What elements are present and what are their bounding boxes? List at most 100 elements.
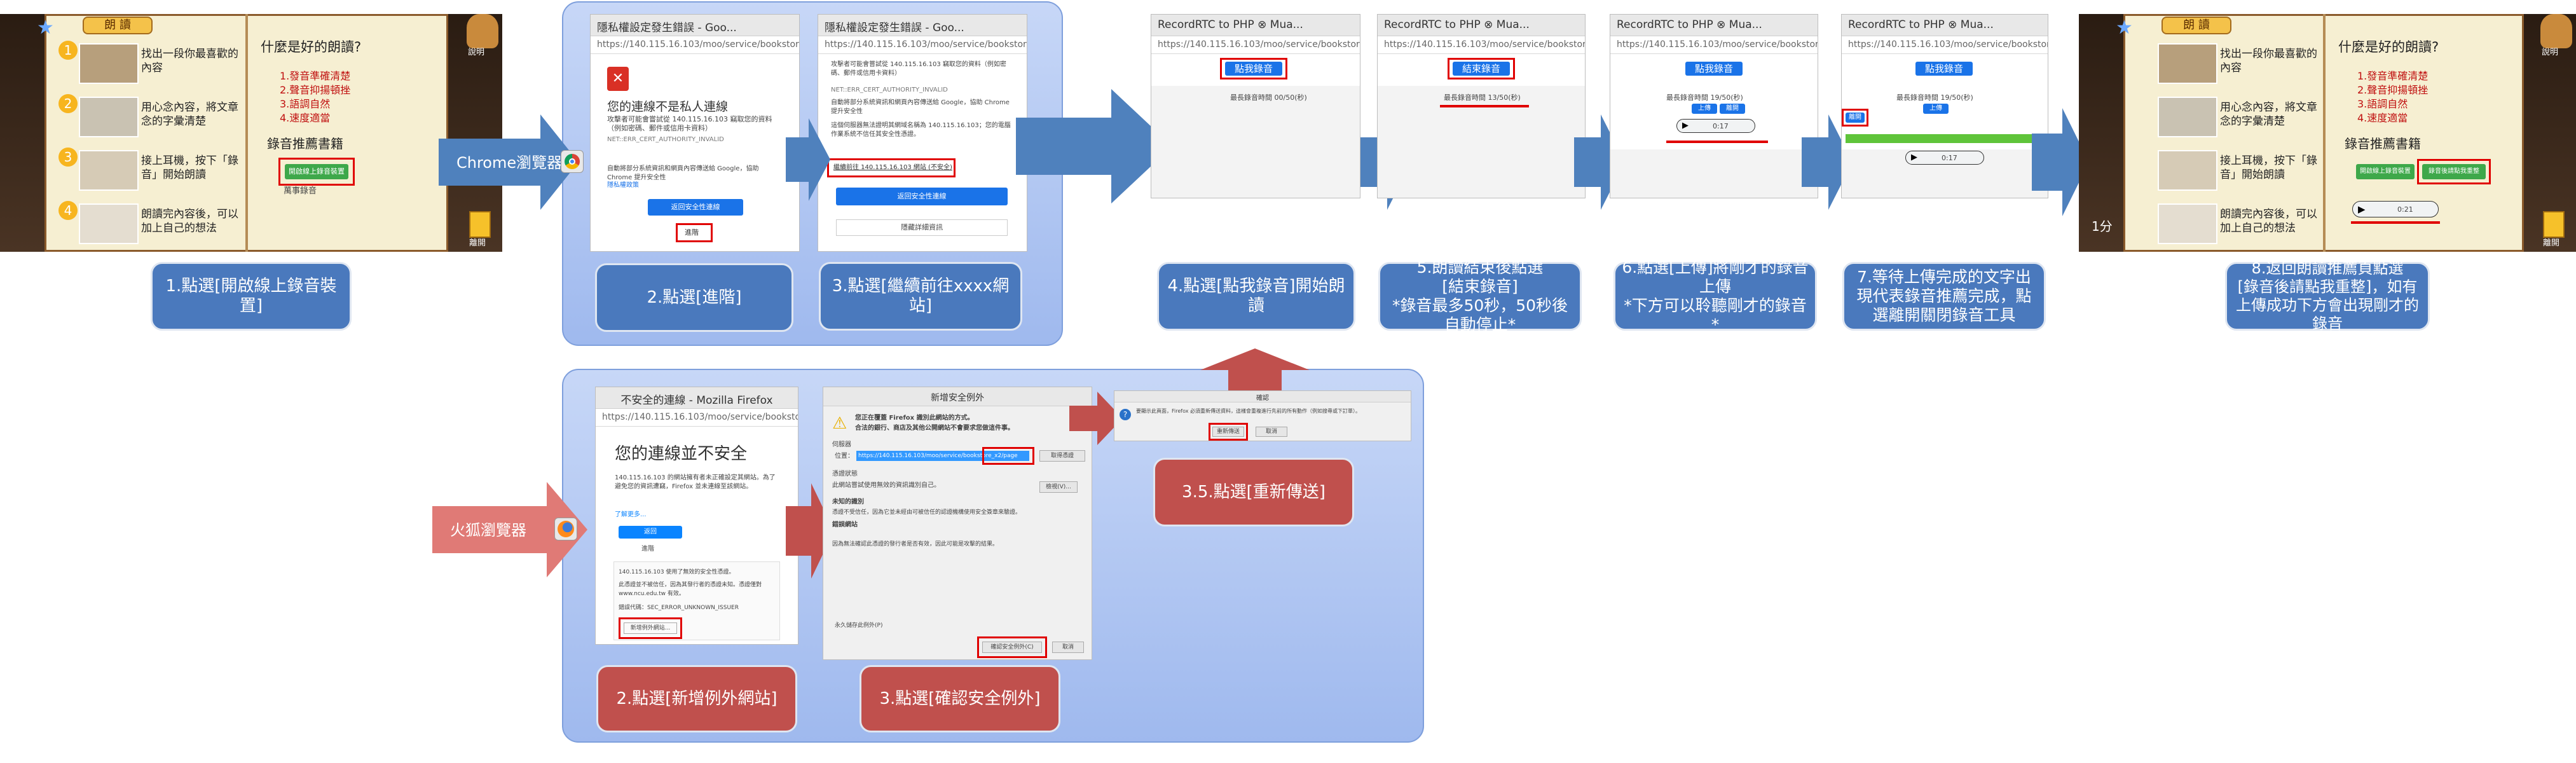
firefox-step-2-caption: 2.點選[新增例外網站] (596, 665, 797, 732)
cert-status-line: 此網站嘗試使用無效的資訊識別自己。 (832, 482, 940, 489)
cert-invalid-text: 140.115.16.103 使用了無效的安全性憑證。 (619, 569, 735, 575)
leave-button-6[interactable]: 離開 (1720, 104, 1745, 114)
tip-8-2: 2.聲音抑揚頓挫 (2357, 84, 2429, 96)
underline-player-6 (1666, 141, 1768, 143)
highlight-confirm (977, 636, 1047, 658)
exception-cancel-button[interactable]: 取消 (1052, 642, 1084, 653)
firefox-body: 140.115.16.103 的網站擁有者未正確設定其網站。為了避免您的資訊遭竊… (615, 474, 776, 490)
recorder-tab-6: RecordRTC to PHP ⊗ Mua... (1610, 15, 1818, 36)
learn-more-link[interactable]: 了解更多... (615, 511, 647, 519)
recorder-screenshot-4: RecordRTC to PHP ⊗ Mua... https://140.11… (1151, 14, 1360, 198)
highlight-add-exception (619, 617, 682, 639)
exit-icon-8[interactable] (2543, 211, 2565, 238)
open-recorder-button-8[interactable]: 開啟線上錄音裝置 (2356, 164, 2415, 179)
recorder-tab-7: RecordRTC to PHP ⊗ Mua... (1842, 15, 2048, 36)
tip-8-4: 4.速度適當 (2357, 112, 2408, 124)
exit-label: 離開 (469, 238, 486, 248)
chrome-error-body-2: 攻擊者可能會嘗試從 140.115.16.103 竊取您的資料（例如密碼、郵件或… (831, 61, 1006, 77)
recorder-tab-4: RecordRTC to PHP ⊗ Mua... (1151, 15, 1360, 36)
hint-8: 錄音推薦書籍 (2345, 136, 2421, 151)
resend-title: 確認 (1114, 391, 1411, 402)
unknown-id-label: 未知的識別 (832, 498, 864, 505)
item-text-4: 朗讀完內容後，可以加上自己的想法 (141, 208, 238, 235)
unknown-id-text: 憑證不受信任，因為它並未經由可被信任的認證機構使用安全簽章來驗證。 (832, 509, 1022, 516)
cert-status-label: 憑證狀態 (832, 471, 858, 478)
owl-icon-8[interactable] (2540, 14, 2572, 48)
exception-dialog-screenshot: 新增安全例外 ⚠ 您正在覆蓋 Firefox 識別此網站的方式。 合法的銀行、商… (823, 387, 1092, 660)
play-icon[interactable]: ▶ (1682, 121, 1689, 130)
star-icon: ★ (37, 17, 54, 39)
game-screenshot-1: 朗 讀 ★ 說明 1 2 3 4 找出一段你最喜歡的內容 用心念內容，將文章念的… (0, 14, 502, 252)
upload-button-6[interactable]: 上傳 (1692, 104, 1717, 114)
chrome-logo-icon (561, 150, 584, 173)
chrome-checkbox-2[interactable]: 自動將部分系統資訊和網頁內容傳送給 Google，協助 Chrome 提升安全性 (831, 99, 1015, 116)
firefox-advanced-button[interactable]: 進階 (641, 545, 654, 554)
step-8-caption: 8.返回朗讀推薦頁點選 [錄音後請點我重整]，如有上傳成功下方會出現剛才的錄音 (2225, 259, 2430, 333)
permanent-checkbox[interactable]: 永久儲存此例外(P) (835, 621, 882, 630)
tip-2: 2.聲音抑揚頓挫 (280, 84, 351, 96)
tip-4: 4.速度適當 (280, 112, 331, 124)
item-num-4: 4 (58, 201, 78, 220)
back-to-safety-button-2[interactable]: 返回安全性連線 (836, 188, 1008, 205)
upload-progress-bar (1846, 134, 2045, 143)
chrome-url-2: https://140.115.16.103/moo/service/books… (818, 36, 1027, 54)
get-cert-button[interactable]: 取得憑證 (1039, 450, 1085, 462)
arrow-chrome-to-recorder (1016, 89, 1172, 203)
recorder-status-6: 最長錄音時間 19/50(秒) (1666, 93, 1743, 102)
chrome-error-code: NET::ERR_CERT_AUTHORITY_INVALID (607, 136, 724, 143)
recorder-url-5: https://140.115.16.103/moo/service/books… (1378, 36, 1585, 54)
step-2-caption: 2.點選[進階] (595, 263, 793, 332)
upload-button-7[interactable]: 上傳 (1923, 104, 1949, 114)
chrome-error-code-2: NET::ERR_CERT_AUTHORITY_INVALID (831, 86, 948, 93)
recorder-screenshot-6: RecordRTC to PHP ⊗ Mua... https://140.11… (1610, 14, 1818, 198)
cert-detail-text: 此憑證並不被信任，因為其發行者的憑證未知。憑證僅對 www.ncu.edu.tw… (619, 582, 762, 597)
start-record-button-6[interactable]: 點我錄音 (1685, 62, 1743, 76)
go-back-button[interactable]: 返回 (619, 526, 682, 539)
firefox-url: https://140.115.16.103/moo/service/books… (596, 409, 798, 427)
recorder-url-4: https://140.115.16.103/moo/service/books… (1151, 36, 1360, 54)
error-code: 錯誤代碼：SEC_ERROR_UNKNOWN_ISSUER (619, 605, 739, 611)
resend-cancel-button[interactable]: 取消 (1256, 427, 1287, 437)
highlight-open-recorder (278, 158, 355, 186)
play-icon-8[interactable]: ▶ (2358, 203, 2366, 215)
warning-icon: ⚠ (832, 414, 847, 433)
underline-player-8 (2351, 221, 2440, 224)
step-5-caption: 5.朗讀結束後點選 [結束錄音] *錄音最多50秒，50秒後自動停止* (1378, 258, 1582, 334)
advanced-text: 這個伺服器無法證明其網域名稱為 140.115.16.103；您的電腦作業系統不… (831, 122, 1011, 138)
server-label: 伺服器 (832, 441, 851, 448)
hint: 錄音推薦書籍 (267, 136, 343, 151)
exit-icon[interactable] (469, 211, 491, 238)
chrome-tab: 隱私權設定發生錯誤 - Goo... (591, 15, 799, 36)
audio-time-6: 0:17 (1713, 122, 1729, 130)
hide-details-button[interactable]: 隱藏詳細資訊 (836, 219, 1008, 236)
recorder-tab-5: RecordRTC to PHP ⊗ Mua... (1378, 15, 1585, 36)
book-title: 萬事錄音 (284, 186, 317, 196)
chrome-advanced-screenshot: 隱私權設定發生錯誤 - Goo... https://140.115.16.10… (818, 14, 1027, 252)
audio-player-6[interactable]: ▶ 0:17 (1676, 119, 1755, 133)
recorder-status-7: 最長錄音時間 19/50(秒) (1896, 93, 1973, 102)
recorder-url-7: https://140.115.16.103/moo/service/books… (1842, 36, 2048, 54)
banner: 朗 讀 (83, 17, 153, 34)
question: 什麼是好的朗讀? (261, 39, 362, 55)
exception-title: 新增安全例外 (823, 387, 1092, 406)
resend-dialog-screenshot: 確認 ? 要顯示此頁面，Firefox 必須重新傳送資料，這樣會重複進行先前的所… (1114, 390, 1411, 441)
chrome-checkbox[interactable]: 自動將部分系統資訊和網頁內容傳送給 Google，協助 Chrome 提升安全性 (607, 165, 785, 182)
game-screenshot-8: 朗 讀 ★ 說明 找出一段你最喜歡的內容 用心念內容，將文章念的字彙清楚 接上耳… (2079, 14, 2576, 252)
play-icon-7[interactable]: ▶ (1911, 153, 1917, 162)
recorder-screenshot-5: RecordRTC to PHP ⊗ Mua... https://140.11… (1377, 14, 1586, 198)
owl-icon[interactable] (467, 14, 498, 48)
chrome-url: https://140.115.16.103/moo/service/books… (591, 36, 799, 54)
privacy-link[interactable]: 隱私權政策 (607, 181, 639, 190)
start-record-button-7[interactable]: 點我錄音 (1915, 62, 1973, 76)
view-cert-button[interactable]: 檢視(V)... (1039, 481, 1078, 493)
firefox-insecure-screenshot: 不安全的連線 - Mozilla Firefox https://140.115… (595, 387, 798, 645)
highlight-start (1220, 58, 1287, 79)
item-text-3: 接上耳機，按下「錄音」開始朗讀 (141, 155, 238, 181)
recorder-screenshot-7: RecordRTC to PHP ⊗ Mua... https://140.11… (1841, 14, 2048, 198)
highlight-advanced (676, 223, 713, 242)
audio-player-8[interactable]: ▶ 0:21 (2352, 201, 2439, 217)
audio-player-7[interactable]: ▶ 0:17 (1905, 151, 1984, 165)
audio-time-8: 0:21 (2397, 205, 2413, 214)
back-to-safety-button[interactable]: 返回安全性連線 (648, 199, 743, 216)
exit-label-8: 離開 (2543, 238, 2560, 248)
